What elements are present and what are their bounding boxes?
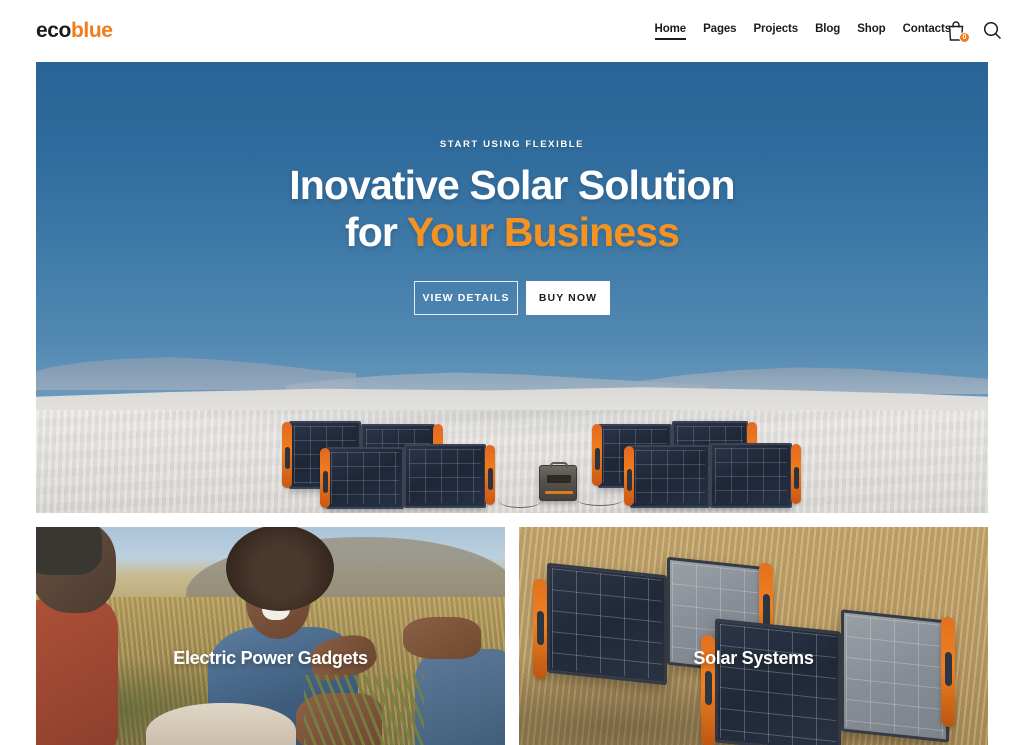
solar-panel: [404, 444, 486, 508]
hero-title-line2-accent: Your Business: [406, 208, 680, 255]
nav-item-blog[interactable]: Blog: [815, 23, 840, 39]
search-icon: [983, 21, 1002, 40]
cart-button[interactable]: 0: [946, 20, 970, 43]
panel-handle: [791, 444, 801, 504]
panel-handle: [282, 422, 292, 488]
panel-handle: [320, 448, 330, 508]
panel-handle: [592, 424, 602, 486]
logo-text-accent: blue: [71, 19, 113, 42]
hero-banner: START USING FLEXIBLE Inovative Solar Sol…: [36, 62, 988, 513]
portable-power-station: [539, 462, 577, 501]
solar-panel: [630, 445, 710, 508]
view-details-button[interactable]: VIEW DETAILS: [414, 281, 518, 316]
sand-shadow: [36, 410, 988, 445]
station-handle: [550, 462, 568, 468]
foreground-plant: [304, 675, 424, 745]
header-icon-group: 0: [946, 20, 1002, 43]
panel-handle: [485, 445, 495, 505]
search-button[interactable]: [982, 20, 1002, 42]
card-title: Electric Power Gadgets: [173, 648, 368, 668]
buy-now-button[interactable]: BUY NOW: [526, 281, 610, 316]
solar-panel-light: [841, 609, 949, 743]
category-card-solar-systems[interactable]: Solar Systems: [519, 527, 988, 745]
main-navigation: Home Pages Projects Blog Shop Contacts: [654, 23, 952, 40]
category-card-electric-power-gadgets[interactable]: Electric Power Gadgets: [36, 527, 505, 745]
card-image-hillside: [36, 527, 505, 745]
station-accent-strip: [545, 491, 573, 494]
nav-item-projects[interactable]: Projects: [753, 23, 798, 39]
hero-copy: START USING FLEXIBLE Inovative Solar Sol…: [36, 62, 988, 316]
site-header: ecoblue Home Pages Projects Blog Shop Co…: [0, 0, 1024, 62]
category-card-row: Electric Power Gadgets Solar Systems: [36, 527, 988, 745]
power-cable-right: [576, 492, 624, 506]
panel-handle: [624, 446, 634, 506]
hero-button-group: VIEW DETAILS BUY NOW: [36, 281, 988, 316]
solar-panel: [326, 447, 404, 509]
hero-title-line1: Inovative Solar Solution: [289, 162, 735, 208]
nav-item-shop[interactable]: Shop: [857, 23, 885, 39]
hero-title-line2-plain: for: [344, 208, 407, 255]
person-left: [36, 527, 142, 745]
site-logo[interactable]: ecoblue: [36, 19, 113, 43]
card-image-grass-field: [519, 527, 988, 745]
card-title: Solar Systems: [693, 648, 814, 668]
solar-panel-dark: [715, 618, 841, 745]
nav-item-contacts[interactable]: Contacts: [903, 23, 952, 39]
hero-eyebrow: START USING FLEXIBLE: [439, 139, 585, 150]
cart-count-badge: 0: [959, 32, 970, 43]
hero-title: Inovative Solar Solution for Your Busine…: [36, 162, 988, 255]
logo-text-primary: eco: [36, 19, 71, 42]
nav-item-home[interactable]: Home: [654, 23, 686, 40]
power-cable-left: [499, 494, 541, 508]
station-display: [547, 475, 571, 483]
panel-handle: [941, 616, 955, 728]
solar-panel: [710, 443, 792, 508]
nav-item-pages[interactable]: Pages: [703, 23, 736, 39]
